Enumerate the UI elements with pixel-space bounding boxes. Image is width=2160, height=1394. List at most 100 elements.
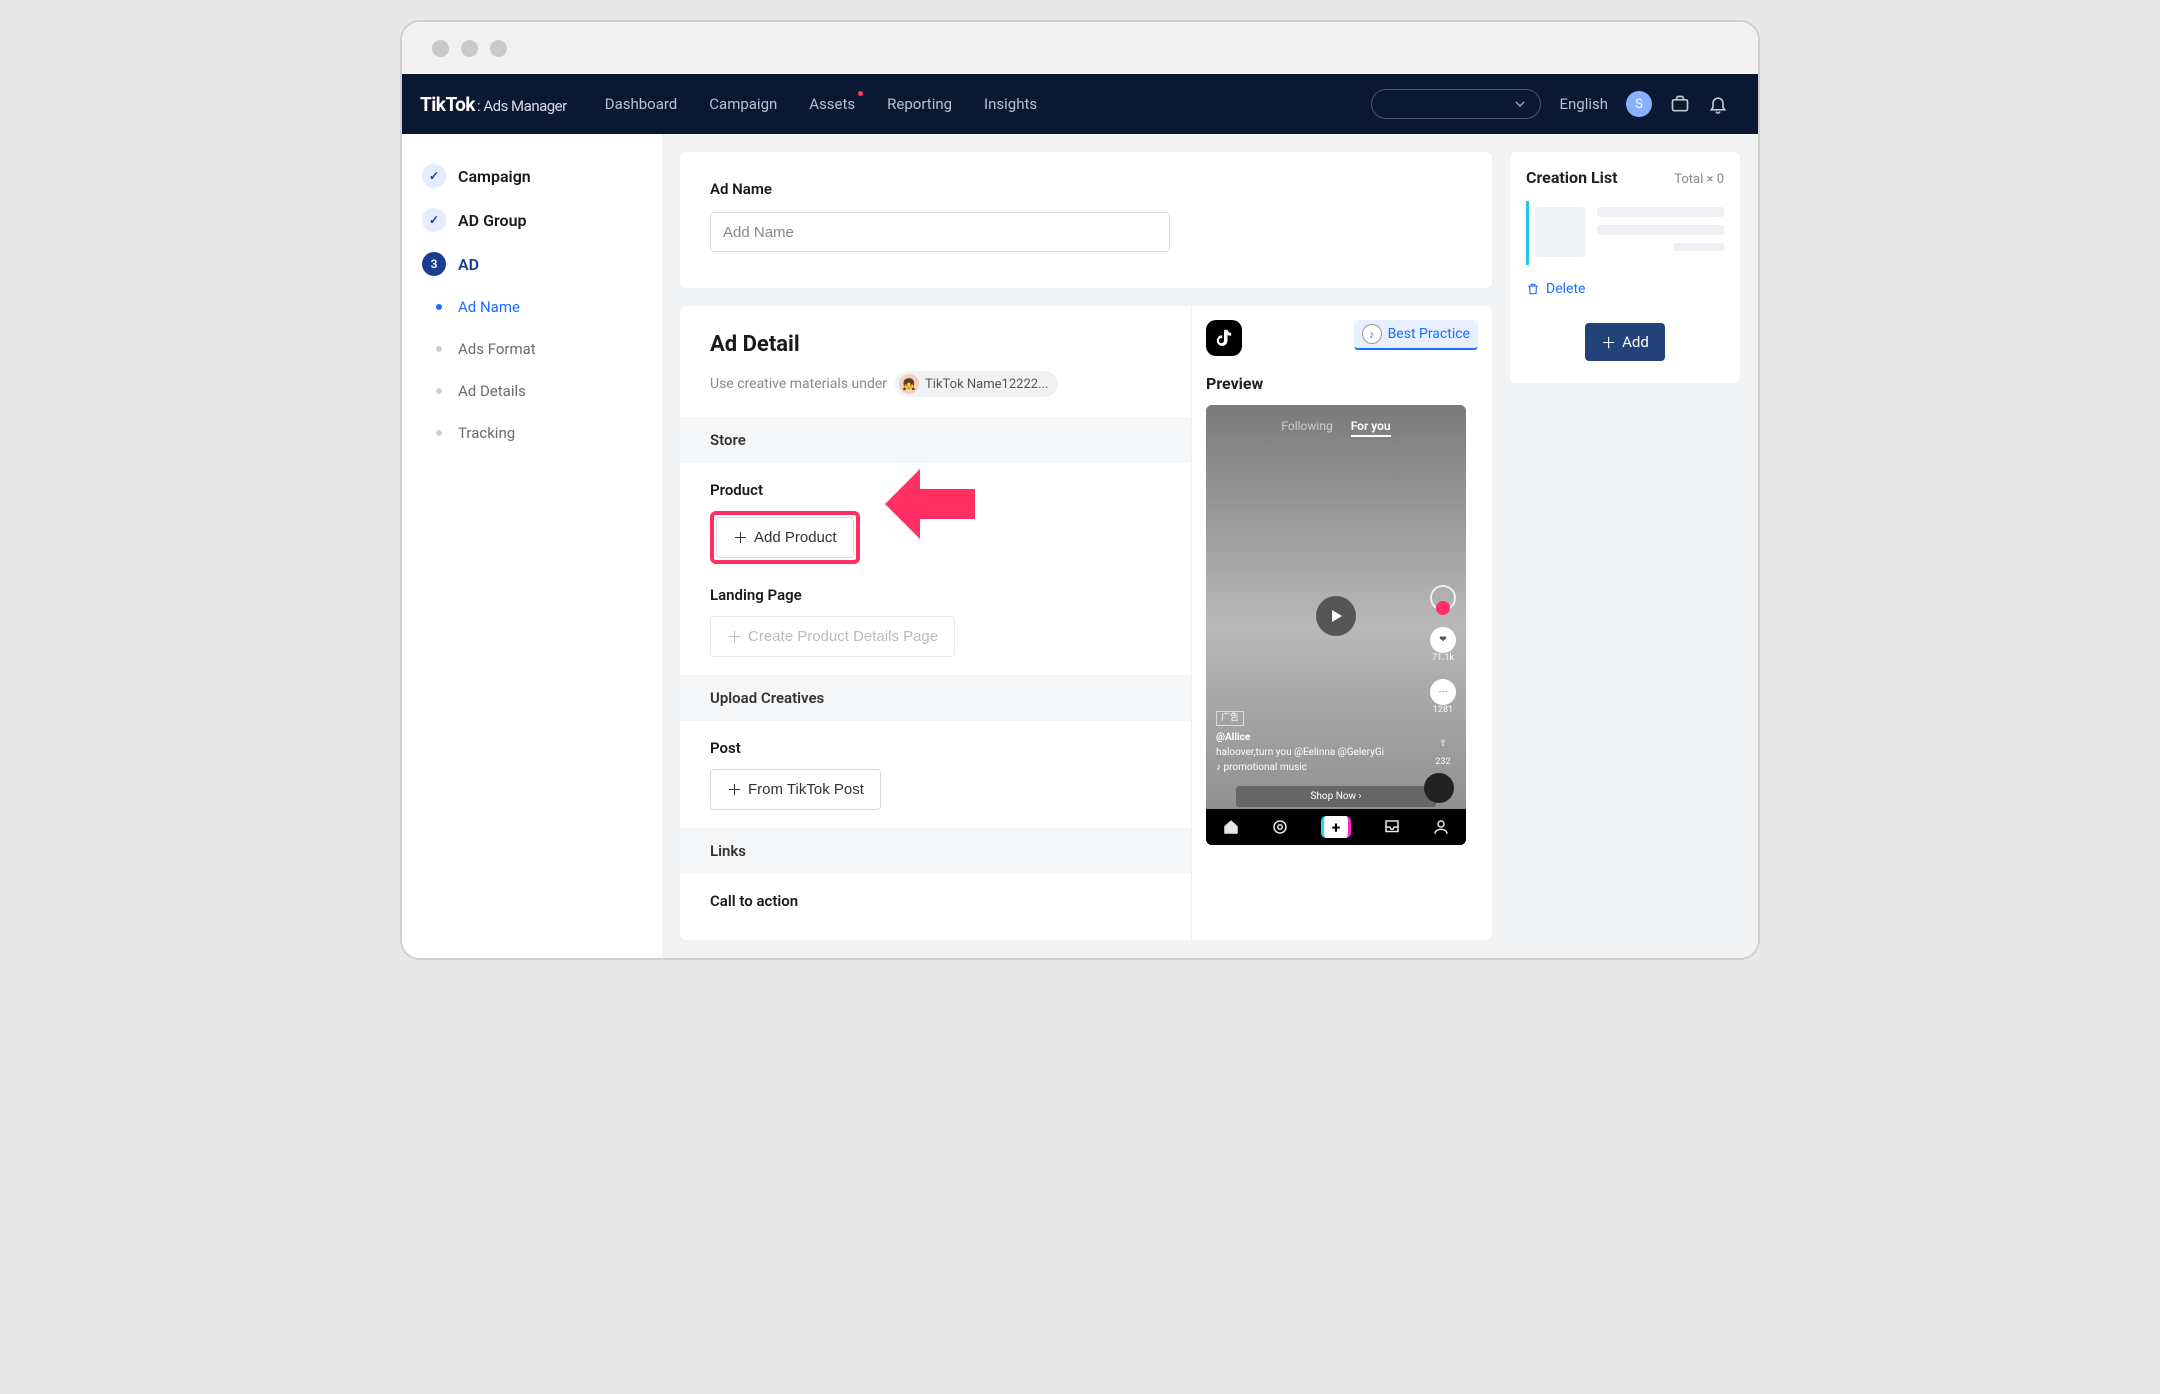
ad-tag: 广告 [1216,711,1244,727]
inbox-icon[interactable] [1383,818,1401,836]
nav-campaign[interactable]: Campaign [709,95,777,113]
comment-icon[interactable]: ⋯ [1430,679,1456,705]
ad-detail-subtitle: Use creative materials under [710,376,887,392]
preview-tab-foryou[interactable]: For you [1351,419,1391,437]
account-chip[interactable]: 👧 TikTok Name12222... [895,371,1058,397]
section-store: Store [680,417,1191,463]
music-disc-icon [1424,773,1454,803]
delete-button[interactable]: Delete [1526,281,1724,297]
ad-name-input[interactable] [710,212,1170,252]
button-label: From TikTok Post [748,781,864,798]
plus-icon: ＋ [727,779,742,800]
thumbnail-placeholder [1535,207,1585,257]
account-selector[interactable] [1371,89,1541,119]
tiktok-small-icon: ♪ [1362,324,1382,344]
nav-dashboard[interactable]: Dashboard [605,95,678,113]
brand-name: TikTok [420,93,475,116]
shop-now-button[interactable]: Shop Now › [1236,786,1436,807]
discover-icon[interactable] [1271,818,1289,836]
step-label: AD [458,255,479,274]
avatar-icon: 👧 [899,374,919,394]
follow-plus-icon [1436,601,1450,615]
check-icon: ✓ [422,164,446,188]
profile-icon[interactable] [1430,585,1456,611]
arrow-annotation-icon [880,469,980,539]
substep-tracking[interactable]: Tracking [414,412,650,454]
window-dot [432,40,449,57]
best-practice-link[interactable]: ♪ Best Practice [1354,320,1478,350]
from-tiktok-post-button[interactable]: ＋ From TikTok Post [710,769,881,810]
create-pdp-button[interactable]: ＋ Create Product Details Page [710,616,955,657]
section-upload-creatives: Upload Creatives [680,675,1191,721]
preview-label: Preview [1206,374,1478,393]
heart-icon[interactable]: ❤ [1430,627,1456,653]
creation-list-card: Creation List Total × 0 [1510,152,1740,383]
trash-icon [1526,282,1540,296]
section-links: Links [680,828,1191,874]
creation-list-total: Total × 0 [1674,172,1724,187]
substep-ad-name[interactable]: Ad Name [414,286,650,328]
create-button[interactable]: + [1321,816,1351,838]
step-ad[interactable]: 3 AD [414,242,650,286]
step-ad-group[interactable]: ✓ AD Group [414,198,650,242]
nav-assets[interactable]: Assets [809,95,855,113]
ad-detail-card: Ad Detail Use creative materials under 👧… [680,306,1492,940]
brand-subtitle: : Ads Manager [477,97,567,115]
like-count: 71.1k [1430,653,1456,663]
phone-preview: Following For you ❤ 71.1k [1206,405,1466,845]
ad-detail-title: Ad Detail [710,332,1161,357]
nav-insights[interactable]: Insights [984,95,1037,113]
preview-handle: @Allice [1216,732,1250,743]
add-button[interactable]: ＋ Add [1585,323,1665,361]
preview-tab-following[interactable]: Following [1281,419,1332,437]
tiktok-logo-icon [1206,320,1242,356]
ad-name-label: Ad Name [710,180,1462,198]
bell-icon[interactable] [1708,94,1728,114]
substep-ad-details[interactable]: Ad Details [414,370,650,412]
home-icon[interactable] [1222,818,1240,836]
step-campaign[interactable]: ✓ Campaign [414,154,650,198]
nav-reporting[interactable]: Reporting [887,95,952,113]
profile-nav-icon[interactable] [1432,818,1450,836]
delete-label: Delete [1546,281,1585,297]
phone-bottom-nav: + [1206,809,1466,845]
chevron-down-icon [1514,98,1526,110]
plus-icon: ＋ [727,626,742,647]
add-label: Add [1622,333,1649,351]
highlight-annotation: ＋ Add Product [710,511,860,564]
briefcase-icon[interactable] [1670,94,1690,114]
placeholder-line [1597,207,1724,217]
window-dot [461,40,478,57]
creation-list-title: Creation List [1526,168,1618,187]
step-label: Campaign [458,167,531,186]
window-dot [490,40,507,57]
post-label: Post [710,739,1161,757]
language-selector[interactable]: English [1559,95,1608,113]
plus-icon: ＋ [733,527,748,548]
button-label: Add Product [754,529,837,546]
account-name: TikTok Name12222... [925,377,1048,392]
add-product-button[interactable]: ＋ Add Product [716,517,854,558]
step-label: AD Group [458,211,527,230]
placeholder-line [1597,225,1724,235]
step-number-icon: 3 [422,252,446,276]
check-icon: ✓ [422,208,446,232]
top-navbar: TikTok : Ads Manager Dashboard Campaign … [402,74,1758,134]
left-sidebar: ✓ Campaign ✓ AD Group 3 AD Ad Name Ads F… [402,134,662,958]
landing-page-label: Landing Page [710,586,1161,604]
preview-caption: haloover,turn you @Eelinna @GeleryGi [1216,747,1384,758]
browser-titlebar [402,22,1758,74]
user-avatar[interactable]: S [1626,91,1652,117]
cta-label: Call to action [710,892,1161,910]
substep-ads-format[interactable]: Ads Format [414,328,650,370]
play-icon[interactable] [1316,596,1356,636]
ad-name-card: Ad Name [680,152,1492,288]
plus-icon: ＋ [1601,332,1616,353]
brand-logo: TikTok : Ads Manager [420,93,567,116]
best-practice-label: Best Practice [1388,326,1470,342]
creation-list-item[interactable] [1526,201,1724,265]
preview-music: promotional music [1223,762,1306,773]
placeholder-line [1673,243,1724,251]
notification-dot-icon [858,91,863,96]
button-label: Create Product Details Page [748,628,938,645]
